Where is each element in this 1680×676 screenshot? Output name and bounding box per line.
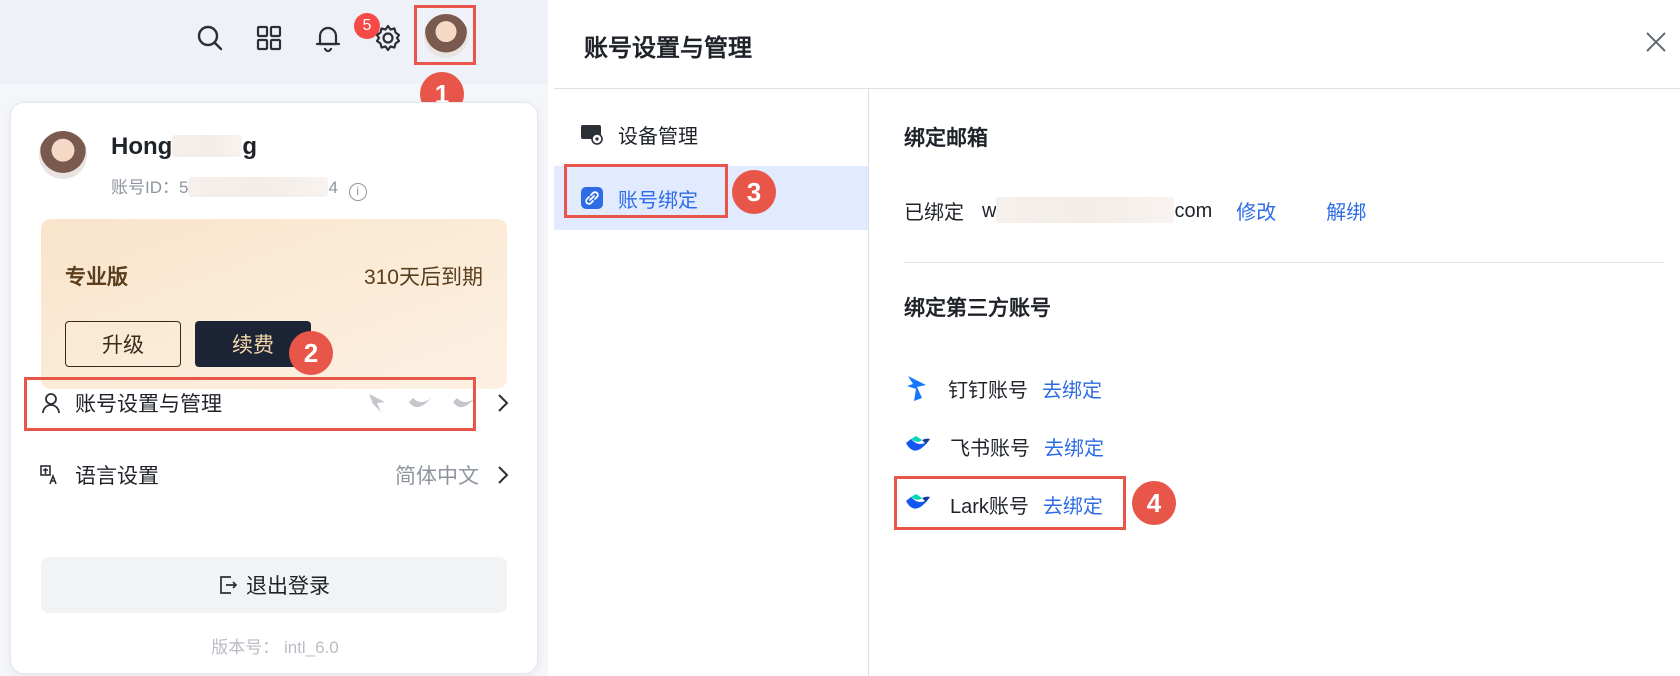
user-name: Hong g bbox=[111, 133, 257, 160]
step-marker-2: 2 bbox=[289, 331, 333, 375]
device-icon bbox=[580, 123, 604, 145]
account-settings-dialog: 账号设置与管理 设备管理 账号绑定 3 绑定邮箱 已绑定 w com 修改 解绑 … bbox=[554, 0, 1680, 676]
bind-dingtalk-link[interactable]: 去绑定 bbox=[1042, 374, 1102, 403]
feishu-label: 飞书账号 bbox=[950, 437, 1030, 460]
lark-label: Lark账号 bbox=[950, 495, 1029, 518]
feishu-icon bbox=[904, 434, 932, 458]
logout-label: 退出登录 bbox=[246, 575, 330, 598]
chevron-right-icon bbox=[497, 393, 509, 413]
plan-name: 专业版 bbox=[65, 266, 128, 289]
nav-label-binding: 账号绑定 bbox=[618, 189, 698, 212]
bind-feishu-link[interactable]: 去绑定 bbox=[1044, 432, 1104, 461]
info-icon[interactable]: i bbox=[348, 183, 367, 201]
language-value: 简体中文 bbox=[395, 465, 479, 488]
profile-avatar bbox=[39, 131, 87, 179]
edit-email-link[interactable]: 修改 bbox=[1236, 196, 1276, 225]
logout-button[interactable]: 退出登录 bbox=[41, 557, 507, 613]
account-id: 账号ID：5 4 i bbox=[111, 173, 367, 201]
upgrade-button[interactable]: 升级 bbox=[65, 321, 181, 367]
user-card: Hong g 账号ID：5 4 i 专业版 310天后到期 升级 续费 2 账号设置… bbox=[10, 102, 538, 674]
step-marker-3: 3 bbox=[732, 170, 776, 214]
lark-icon bbox=[904, 492, 932, 516]
language-menu-item[interactable]: 语言设置 简体中文 bbox=[27, 449, 523, 501]
logout-icon bbox=[218, 575, 238, 595]
step-marker-4: 4 bbox=[1132, 481, 1176, 525]
close-icon[interactable] bbox=[1644, 30, 1668, 54]
language-label: 语言设置 bbox=[75, 465, 159, 488]
account-settings-label: 账号设置与管理 bbox=[75, 393, 222, 416]
translate-icon bbox=[39, 464, 61, 486]
bind-lark-link[interactable]: 去绑定 bbox=[1043, 490, 1103, 519]
section-divider bbox=[904, 262, 1664, 263]
header-divider bbox=[554, 88, 1680, 89]
third-party-section-title: 绑定第三方账号 bbox=[904, 297, 1051, 320]
account-settings-menu-item[interactable]: 账号设置与管理 bbox=[27, 377, 523, 429]
email-bound-label: 已绑定 bbox=[904, 201, 964, 224]
third-party-row-feishu: 飞书账号 去绑定 bbox=[904, 422, 1104, 470]
email-value: w com bbox=[982, 197, 1212, 223]
user-menu-panel: 5 1 Hong g 账号ID：5 4 i 专业版 310天后到期 升级 续费 2 … bbox=[0, 0, 548, 676]
email-row: 已绑定 w com 修改 解绑 bbox=[904, 186, 1366, 234]
dialog-title: 账号设置与管理 bbox=[584, 35, 752, 62]
dingtalk-label: 钉钉账号 bbox=[948, 379, 1028, 402]
nav-label-device: 设备管理 bbox=[618, 125, 698, 148]
user-icon bbox=[41, 392, 61, 414]
version-text: 版本号： intl_6.0 bbox=[211, 638, 339, 657]
plan-expiry: 310天后到期 bbox=[363, 266, 483, 289]
nav-divider bbox=[868, 89, 869, 676]
third-party-row-dingtalk: 钉钉账号 去绑定 bbox=[904, 364, 1102, 412]
gear-icon[interactable] bbox=[370, 20, 406, 56]
bell-icon[interactable] bbox=[310, 20, 346, 56]
dingtalk-icon bbox=[904, 374, 930, 402]
chevron-right-icon bbox=[497, 465, 509, 485]
nav-item-account-binding[interactable]: 账号绑定 bbox=[554, 166, 868, 230]
plan-card: 专业版 310天后到期 升级 续费 bbox=[41, 219, 507, 389]
nav-item-device-management[interactable]: 设备管理 bbox=[554, 102, 868, 166]
link-icon bbox=[580, 186, 604, 210]
email-section-title: 绑定邮箱 bbox=[904, 127, 988, 150]
avatar[interactable] bbox=[424, 14, 468, 58]
third-party-row-lark: Lark账号 去绑定 bbox=[904, 480, 1103, 528]
third-party-icons bbox=[365, 392, 477, 414]
search-icon[interactable] bbox=[192, 20, 228, 56]
apps-grid-icon[interactable] bbox=[251, 20, 287, 56]
unbind-email-link[interactable]: 解绑 bbox=[1326, 196, 1366, 225]
